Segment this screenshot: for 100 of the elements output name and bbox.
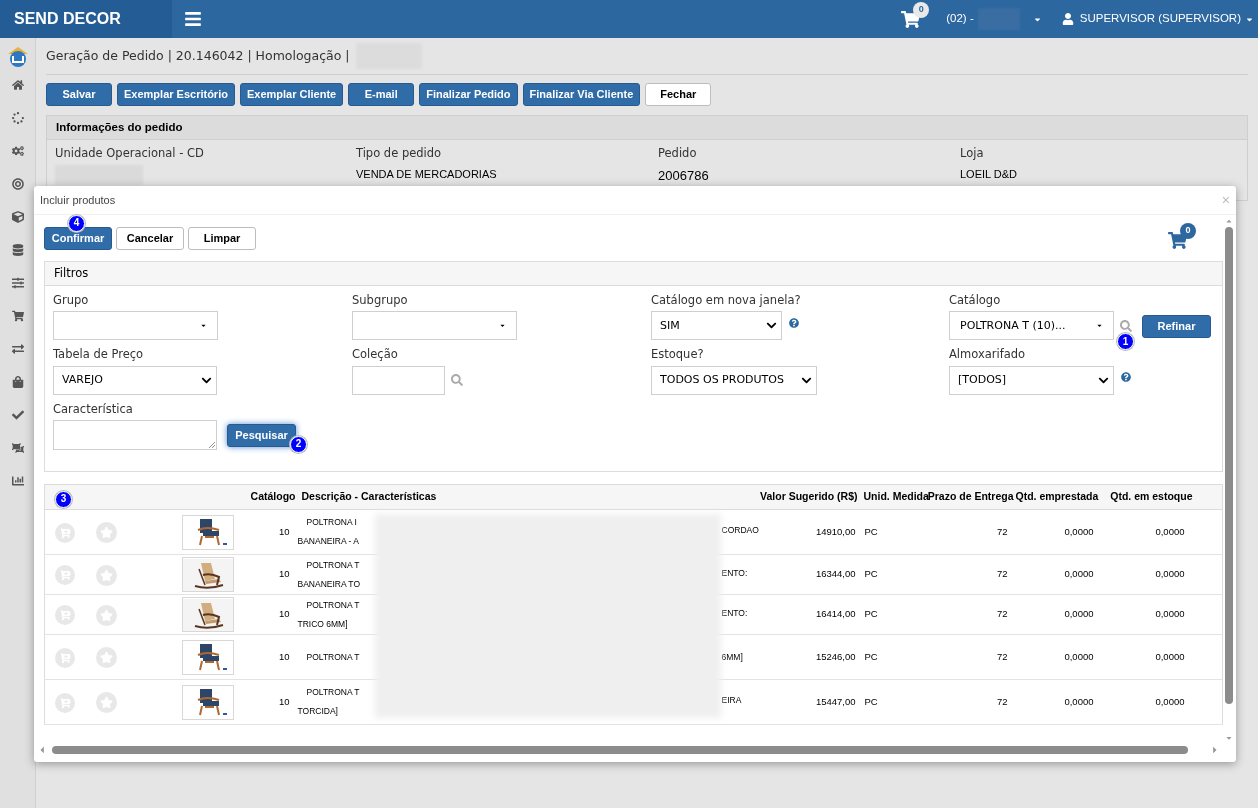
field-label: Catálogo: [949, 292, 1002, 309]
home-icon[interactable]: [11, 79, 24, 91]
help-icon[interactable]: [1121, 372, 1131, 382]
table-cell-text: POLTRONA T: [305, 598, 361, 612]
table-cell: 72: [927, 509, 1016, 555]
table-cell: 72: [927, 554, 1016, 595]
action-button[interactable]: Finalizar Via Cliente: [522, 83, 641, 106]
gears-icon[interactable]: [11, 145, 24, 157]
database-icon[interactable]: [11, 244, 24, 256]
cube-icon[interactable]: [11, 211, 24, 223]
page-breadcrumb: Geração de Pedido | 20.146042 | Homologação |: [46, 46, 350, 65]
spinner-icon[interactable]: [11, 112, 24, 124]
table-cell: 0,0000: [1015, 634, 1100, 680]
bar-chart-icon[interactable]: [11, 475, 24, 487]
field-label: Unidade Operacional - CD: [55, 145, 205, 162]
table-cell: 0,0000: [1015, 554, 1100, 595]
panel-title: Informações do pedido: [56, 119, 183, 135]
table-cell: ENTO:: [721, 606, 748, 620]
product-thumbnail[interactable]: [181, 684, 234, 720]
column-header: Qtd. emprestada: [1015, 484, 1100, 510]
table-cell: 15447,00: [759, 679, 860, 725]
caret-icon: [499, 322, 506, 330]
dropdown-field[interactable]: POLTRONA T (10)...: [949, 311, 1114, 341]
product-thumbnail[interactable]: [181, 639, 234, 675]
field-label: Almoxarifado: [949, 346, 1027, 364]
store-selector[interactable]: (02) -: [946, 10, 974, 28]
action-button[interactable]: Exemplar Escritório: [117, 83, 235, 106]
action-button[interactable]: Finalizar Pedido: [419, 83, 518, 106]
target-icon[interactable]: [11, 178, 24, 190]
field-label: Estoque?: [651, 346, 705, 364]
table-cell: 16414,00: [759, 594, 860, 635]
field-value: VENDA DE MERCADORIAS: [356, 167, 498, 183]
column-header: Prazo de Entrega: [927, 484, 1016, 510]
action-button[interactable]: E-mail: [348, 83, 415, 106]
step-badge: 4: [68, 214, 85, 232]
dropdown-field[interactable]: [352, 311, 517, 341]
help-icon[interactable]: [789, 317, 799, 328]
table-cell: 10: [249, 594, 298, 635]
table-cell: 0,0000: [1015, 679, 1100, 725]
input-field[interactable]: [352, 365, 445, 395]
scroll-left-icon[interactable]: [38, 745, 46, 755]
caret-icon: [200, 322, 207, 330]
column-header: Unid. Medida: [859, 484, 928, 510]
field-label: Tipo de pedido: [356, 145, 443, 162]
column-header: Descrição - Características: [297, 484, 760, 510]
field-label: Catálogo em nova janela?: [651, 292, 802, 309]
table-cell: 0,0000: [1015, 509, 1100, 555]
user-menu[interactable]: SUPERVISOR (SUPERVISOR): [1079, 10, 1241, 28]
check-icon[interactable]: [11, 409, 24, 421]
field-label: Subgrupo: [352, 292, 409, 309]
step-badge: 2: [290, 435, 307, 453]
product-thumbnail[interactable]: [181, 514, 234, 550]
product-thumbnail[interactable]: [181, 597, 234, 632]
field-label: Coleção: [352, 346, 399, 364]
table-cell: CORDAO: [721, 524, 759, 537]
field-value: LOEIL D&D: [960, 167, 1019, 183]
table-cell: 72: [927, 679, 1016, 725]
table-cell: 14910,00: [759, 509, 860, 555]
panel-title: Filtros: [54, 264, 89, 282]
sliders-icon[interactable]: [11, 277, 24, 289]
select-field[interactable]: TODOS OS PRODUTOS: [651, 365, 817, 395]
table-cell-text: TORCIDA]: [297, 705, 339, 718]
table-cell: 10: [249, 679, 298, 725]
action-button[interactable]: Cancelar: [116, 226, 184, 250]
field-label: Tabela de Preço: [53, 346, 145, 364]
field-label: Característica: [53, 400, 134, 418]
product-thumbnail[interactable]: [181, 557, 234, 592]
select-field[interactable]: [TODOS]: [949, 365, 1114, 395]
cart-icon[interactable]: [11, 310, 24, 322]
dropdown-field[interactable]: [53, 311, 218, 341]
table-cell: 72: [927, 634, 1016, 680]
action-button[interactable]: Limpar: [188, 226, 256, 250]
frame-icon[interactable]: [11, 442, 24, 454]
table-cell: ENTO:: [721, 566, 748, 580]
table-cell: 0,0000: [1099, 509, 1195, 555]
step-badge: 3: [55, 490, 72, 508]
action-button[interactable]: Salvar: [46, 83, 112, 106]
action-button[interactable]: Fechar: [645, 83, 712, 106]
table-cell: 10: [249, 554, 298, 595]
table-cell-text: POLTRONA T: [305, 686, 361, 699]
scroll-right-icon[interactable]: [1211, 745, 1219, 755]
select-field[interactable]: VAREJO: [53, 365, 217, 395]
table-cell-text: BANANEIRA TO: [297, 577, 361, 591]
bag-icon[interactable]: [11, 376, 24, 388]
table-cell: PC: [859, 634, 928, 680]
caret-icon: [1096, 322, 1103, 330]
refine-button[interactable]: Refinar: [1142, 315, 1211, 339]
brand-name: SEND DECOR: [14, 9, 121, 29]
exchange-icon[interactable]: [11, 343, 24, 355]
table-cell: 6MM]: [721, 650, 743, 664]
action-button[interactable]: Exemplar Cliente: [239, 83, 344, 106]
field-label: Grupo: [53, 292, 90, 309]
search-button[interactable]: Pesquisar: [227, 424, 296, 448]
select-field[interactable]: SIM: [651, 311, 782, 341]
column-header: Valor Sugerido (R$): [759, 484, 860, 510]
table-cell: PC: [859, 554, 928, 595]
modal-title: Incluir produtos: [40, 192, 116, 208]
action-button[interactable]: Confirmar: [44, 226, 112, 250]
table-cell: 15246,00: [759, 634, 860, 680]
menu-icon[interactable]: [183, 10, 203, 28]
